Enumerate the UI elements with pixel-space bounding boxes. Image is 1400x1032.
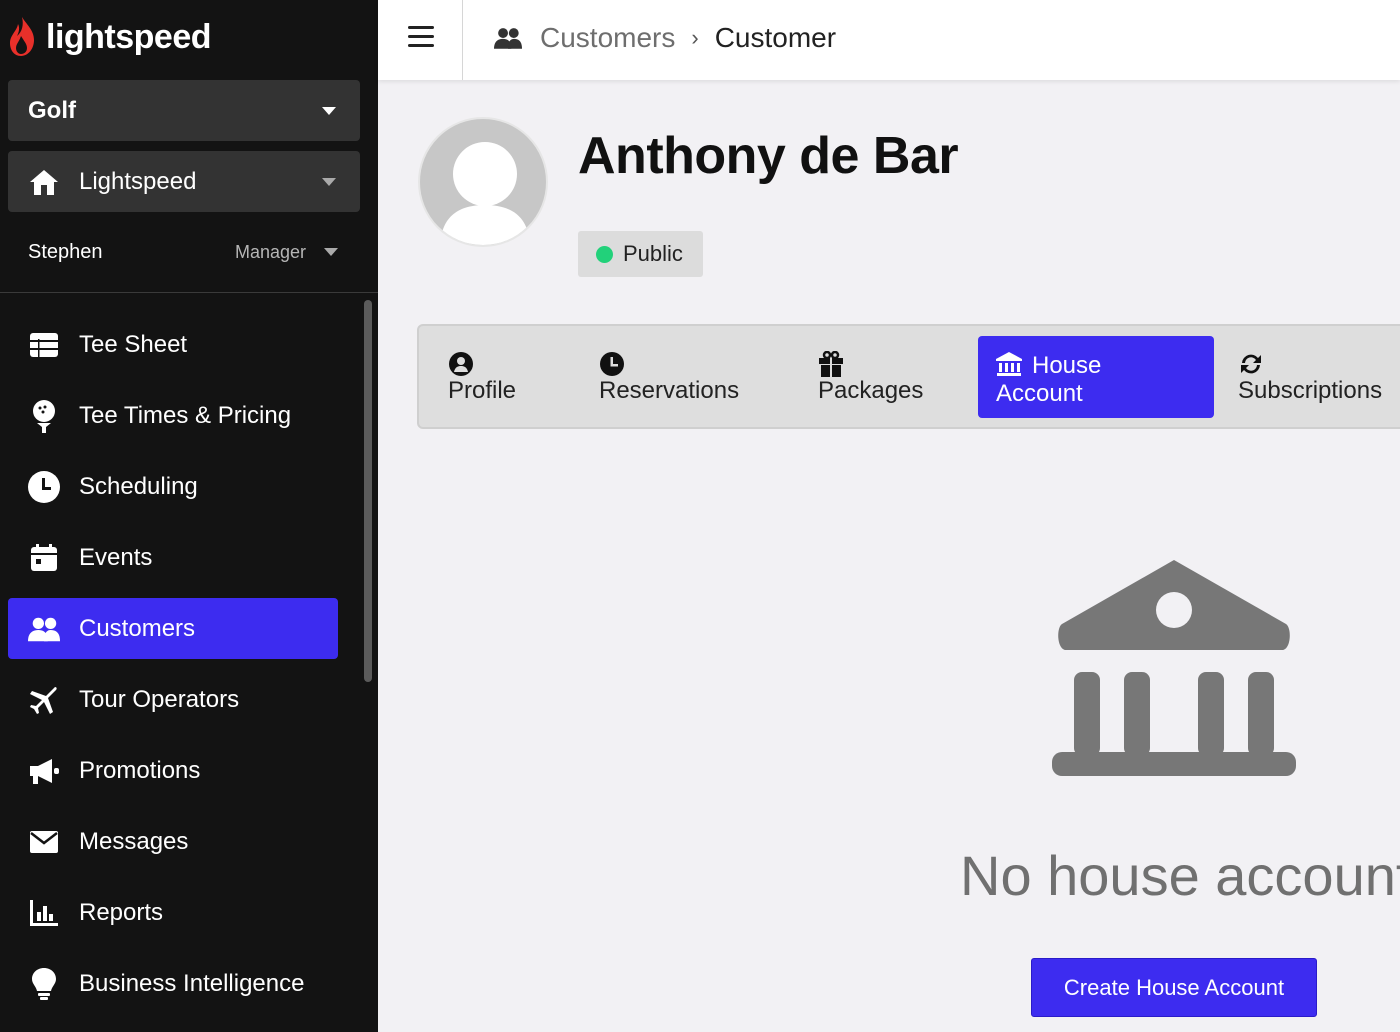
gift-icon (819, 351, 843, 377)
customer-tabs: Profile Reservations Packages House Acco… (417, 324, 1400, 429)
tab-label-line1: House (1032, 352, 1102, 379)
bank-icon (996, 352, 1022, 376)
sidebar-scrollbar[interactable] (364, 300, 372, 682)
users-icon (494, 28, 522, 49)
tab-packages[interactable]: Packages (818, 336, 923, 418)
tab-label: Packages (818, 377, 924, 404)
course-selector-label: Golf (28, 96, 76, 124)
lightbulb-icon (28, 967, 60, 1000)
sidebar-item-label: Business Intelligence (79, 969, 305, 997)
caret-down-icon (324, 248, 338, 256)
caret-down-icon (322, 106, 336, 115)
tab-label: Profile (448, 377, 517, 404)
sidebar-item-tee-times-pricing[interactable]: Tee Times & Pricing (8, 385, 338, 446)
chevron-right-icon: › (691, 25, 699, 50)
tab-house-account[interactable]: House Account (978, 336, 1214, 418)
user-menu[interactable]: Stephen Manager (28, 234, 348, 270)
list-icon (28, 329, 60, 361)
sidebar-nav: Tee Sheet Tee Times & Pricing Scheduling… (8, 314, 338, 1024)
calendar-icon (28, 542, 60, 574)
sidebar-divider (0, 292, 378, 293)
top-bar: Customers › Customer (378, 0, 1400, 80)
user-role: Manager (234, 241, 306, 262)
sidebar-item-label: Promotions (79, 756, 201, 784)
sidebar-item-label: Customers (79, 614, 196, 642)
bank-icon (1052, 560, 1296, 776)
sidebar-item-label: Tee Times & Pricing (79, 401, 292, 429)
breadcrumb-customers-link[interactable]: Customers (540, 22, 675, 54)
sidebar-item-business-intelligence[interactable]: Business Intelligence (8, 953, 338, 1014)
users-icon (28, 613, 60, 645)
sidebar-item-tour-operators[interactable]: Tour Operators (8, 669, 338, 730)
location-selector[interactable]: Lightspeed (8, 151, 360, 212)
sidebar-item-promotions[interactable]: Promotions (8, 740, 338, 801)
tab-label-line2: Account (996, 380, 1083, 407)
lightspeed-flame-icon (10, 17, 34, 56)
megaphone-icon (28, 755, 60, 787)
status-badge-label: Public (623, 241, 683, 266)
tab-profile[interactable]: Profile (448, 336, 516, 418)
sidebar-item-label: Tour Operators (79, 685, 240, 713)
status-dot-icon (596, 245, 613, 263)
location-selector-label: Lightspeed (79, 167, 197, 195)
refresh-icon (1241, 354, 1261, 374)
clock-icon (600, 352, 624, 376)
status-badge: Public (578, 231, 703, 277)
bar-chart-icon (28, 897, 60, 929)
sidebar-item-tee-sheet[interactable]: Tee Sheet (8, 314, 338, 375)
sidebar-item-label: Scheduling (79, 472, 198, 500)
top-bar-divider (462, 0, 463, 80)
create-house-account-button[interactable]: Create House Account (1031, 958, 1317, 1017)
sidebar-item-label: Reports (79, 898, 164, 926)
tab-label: Subscriptions (1238, 377, 1383, 404)
user-circle-icon (449, 352, 473, 376)
sidebar-item-reports[interactable]: Reports (8, 882, 338, 943)
menu-toggle-icon[interactable] (408, 26, 434, 48)
caret-down-icon (322, 177, 336, 186)
sidebar-item-label: Events (79, 543, 153, 571)
sidebar-item-customers[interactable]: Customers (8, 598, 338, 659)
clock-icon (28, 470, 60, 503)
avatar (418, 117, 548, 247)
logo-text: lightspeed (46, 17, 212, 56)
course-selector[interactable]: Golf (8, 80, 360, 141)
tab-reservations[interactable]: Reservations (599, 336, 739, 418)
user-name: Stephen (28, 240, 103, 263)
envelope-icon (28, 826, 60, 858)
plane-icon (28, 684, 60, 716)
sidebar-item-scheduling[interactable]: Scheduling (8, 456, 338, 517)
sidebar: lightspeed Golf Lightspeed Stephen Manag… (0, 0, 378, 1032)
customer-name: Anthony de Bar (578, 127, 959, 185)
home-icon (30, 169, 58, 195)
sidebar-item-label: Messages (79, 827, 189, 855)
tab-subscriptions[interactable]: Subscriptions (1238, 336, 1382, 418)
sidebar-item-events[interactable]: Events (8, 527, 338, 588)
breadcrumb-current: Customer (714, 22, 837, 53)
tab-label: Reservations (599, 377, 740, 404)
golf-ball-tee-icon (28, 399, 60, 433)
logo[interactable]: lightspeed (8, 14, 212, 60)
sidebar-item-messages[interactable]: Messages (8, 811, 338, 872)
sidebar-item-label: Tee Sheet (79, 330, 188, 358)
empty-state-message: No house account (960, 844, 1400, 907)
breadcrumb: Customers › Customer (494, 18, 836, 58)
